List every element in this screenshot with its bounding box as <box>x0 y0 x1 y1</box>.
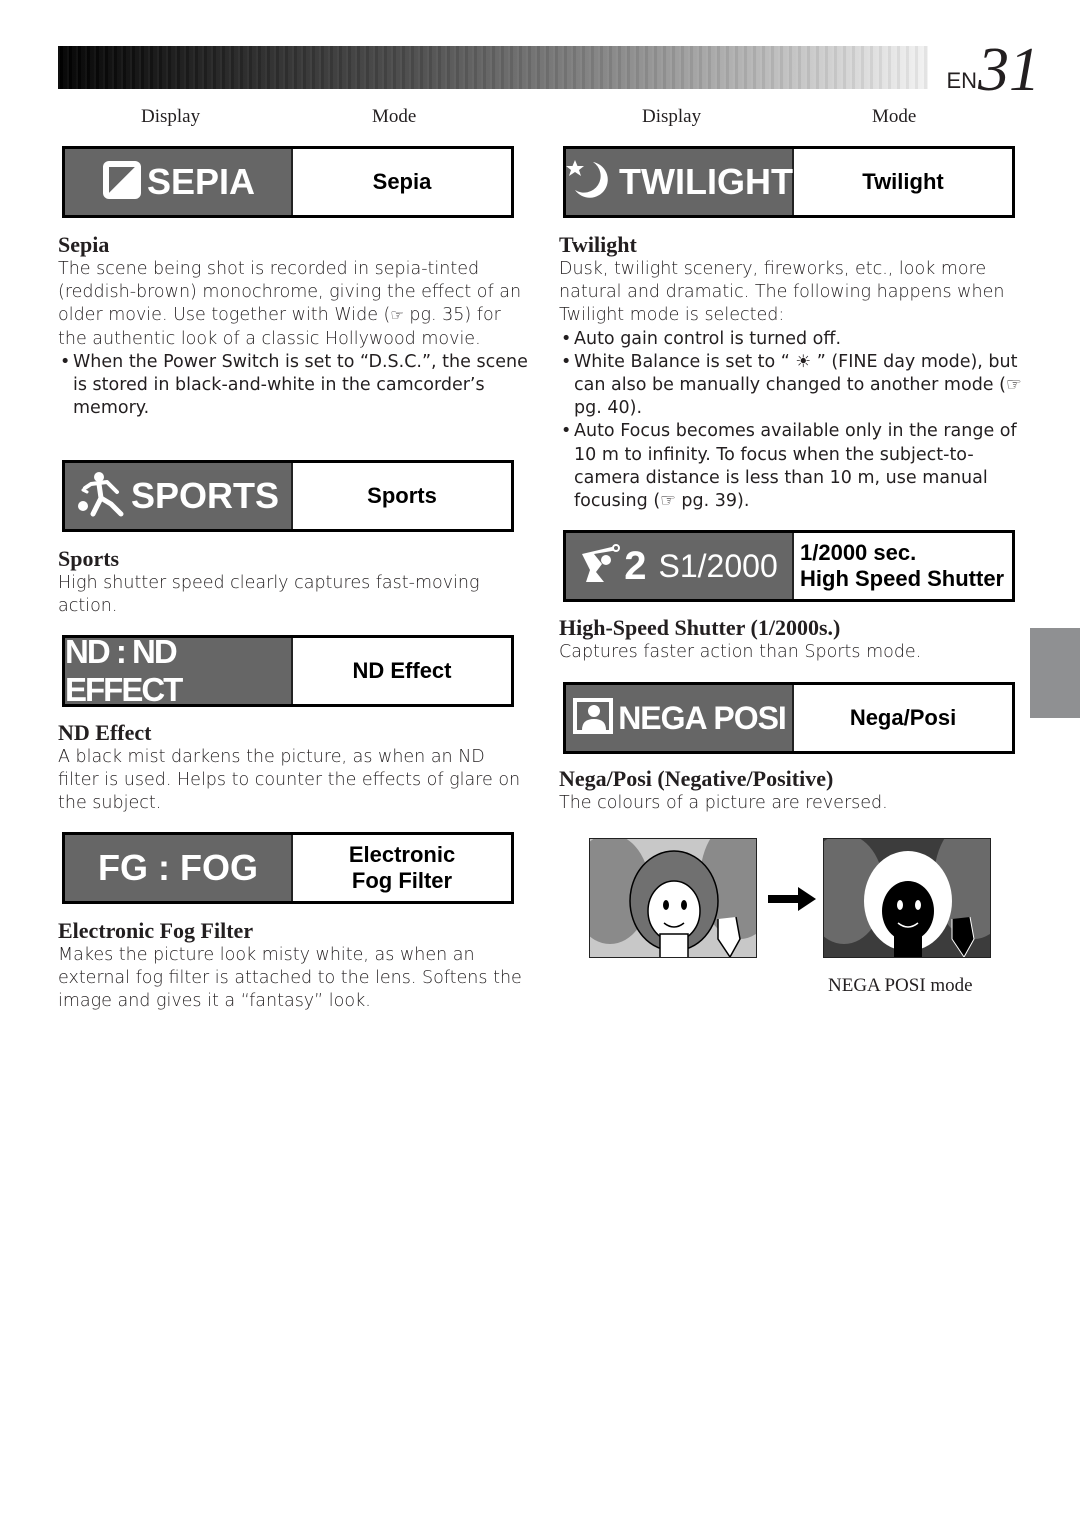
display-nd-effect: ND : ND EFFECT <box>65 633 293 708</box>
section-body: Dusk, twilight scenery, fireworks, etc.,… <box>559 259 1005 326</box>
mode-label: Nega/Posi <box>794 685 1012 751</box>
section-body: High shutter speed clearly captures fast… <box>58 573 480 617</box>
illustration-normal <box>589 838 757 958</box>
display-label: SPORTS <box>130 475 280 516</box>
section-sports: Sports High shutter speed clearly captur… <box>58 546 528 618</box>
bullet-item: Auto Focus becomes available only in the… <box>559 420 1029 513</box>
display-label: TWILIGHT <box>619 161 793 202</box>
section-body: A black mist darkens the picture, as whe… <box>58 747 521 814</box>
col-header-mode-left: Mode <box>372 106 417 127</box>
section-nd-effect: ND Effect A black mist darkens the pictu… <box>58 720 528 816</box>
mode-label: Sepia <box>293 149 511 215</box>
bullet-item: When the Power Switch is set to “D.S.C.”… <box>58 351 528 421</box>
mode-label-line1: Electronic <box>348 842 456 867</box>
header-gradient-bar <box>58 46 928 89</box>
display-nega-posi: NEGA POSI <box>566 685 794 751</box>
section-title: Sepia <box>58 232 110 257</box>
page-prefix: EN <box>946 68 977 93</box>
section-nega-posi: Nega/Posi (Negative/Positive) The colour… <box>559 766 1029 815</box>
pointing-hand-icon: ☞ <box>390 306 404 325</box>
mode-label: Twilight <box>794 149 1012 215</box>
section-side-tab <box>1030 628 1080 718</box>
mode-label: 1/2000 sec. High Speed Shutter <box>794 533 1012 599</box>
display-shutter: 2 S1/2000 <box>566 533 794 599</box>
mode-box-high-speed-shutter: 2 S1/2000 1/2000 sec. High Speed Shutter <box>563 530 1015 602</box>
page-number: EN 31 <box>946 36 1040 104</box>
display-label-number: 2 <box>624 543 647 588</box>
col-header-mode-right: Mode <box>872 106 917 127</box>
display-label: ND : ND EFFECT <box>65 633 183 708</box>
section-body: Makes the picture look misty white, as w… <box>58 945 522 1012</box>
sepia-square-icon <box>101 159 143 206</box>
section-title: ND Effect <box>58 720 152 745</box>
section-title: Twilight <box>559 232 637 257</box>
bullet-item: White Balance is set to “ ☀ ” (FINE day … <box>559 351 1029 421</box>
section-twilight: Twilight Dusk, twilight scenery, firewor… <box>559 232 1029 513</box>
section-title: Electronic Fog Filter <box>58 918 254 943</box>
mode-label-line1: 1/2000 sec. <box>800 540 917 565</box>
mode-label: ND Effect <box>293 638 511 704</box>
display-sepia: SEPIA <box>65 149 293 215</box>
mode-box-nega-posi: NEGA POSI Nega/Posi <box>563 682 1015 754</box>
bullet-list: When the Power Switch is set to “D.S.C.”… <box>58 351 528 421</box>
page-number-value: 31 <box>978 36 1040 104</box>
section-title: Nega/Posi (Negative/Positive) <box>559 766 834 791</box>
section-sepia: Sepia The scene being shot is recorded i… <box>58 232 528 420</box>
display-label: S1/2000 <box>658 547 778 584</box>
section-body: The colours of a picture are reversed. <box>559 793 888 813</box>
col-header-display-left: Display <box>141 106 201 127</box>
display-twilight: TWILIGHT <box>566 149 794 215</box>
mode-label-line2: Fog Filter <box>351 868 453 893</box>
mode-label: Sports <box>293 463 511 529</box>
section-title: High-Speed Shutter (1/2000s.) <box>559 615 841 640</box>
section-high-speed-shutter: High-Speed Shutter (1/2000s.) Captures f… <box>559 615 1029 664</box>
sun-icon: ☀ <box>795 351 812 372</box>
arrow-right-icon <box>768 885 818 919</box>
mode-box-nd-effect: ND : ND EFFECT ND Effect <box>62 633 514 708</box>
mode-label: Electronic Fog Filter <box>293 835 511 901</box>
sports-runner-icon <box>77 470 127 523</box>
display-label: NEGA POSI <box>618 699 787 736</box>
mode-box-sports: SPORTS Sports <box>62 460 514 532</box>
display-fog: FG : FOG <box>65 835 293 901</box>
illustration-caption: NEGA POSI mode <box>828 975 973 996</box>
golfer-icon <box>580 542 621 591</box>
mode-label-line2: High Speed Shutter <box>800 566 1005 591</box>
col-header-display-right: Display <box>642 106 702 127</box>
mode-box-fog: FG : FOG Electronic Fog Filter <box>62 832 514 904</box>
bullet-list: Auto gain control is turned off. White B… <box>559 328 1029 514</box>
bullet-item: Auto gain control is turned off. <box>559 328 1029 351</box>
moon-star-icon <box>565 158 615 207</box>
mode-box-sepia: SEPIA Sepia <box>62 146 514 218</box>
display-sports: SPORTS <box>65 463 293 529</box>
portrait-icon <box>572 697 614 740</box>
display-label: SEPIA <box>146 161 256 202</box>
section-fog: Electronic Fog Filter Makes the picture … <box>58 918 528 1014</box>
display-label: FG : FOG <box>98 847 258 888</box>
section-title: Sports <box>58 546 120 571</box>
section-body: Captures faster action than Sports mode. <box>559 642 922 662</box>
section-body: The scene being shot is recorded in sepi… <box>58 259 522 349</box>
illustration-negative <box>823 838 991 958</box>
mode-box-twilight: TWILIGHT Twilight <box>563 146 1015 218</box>
